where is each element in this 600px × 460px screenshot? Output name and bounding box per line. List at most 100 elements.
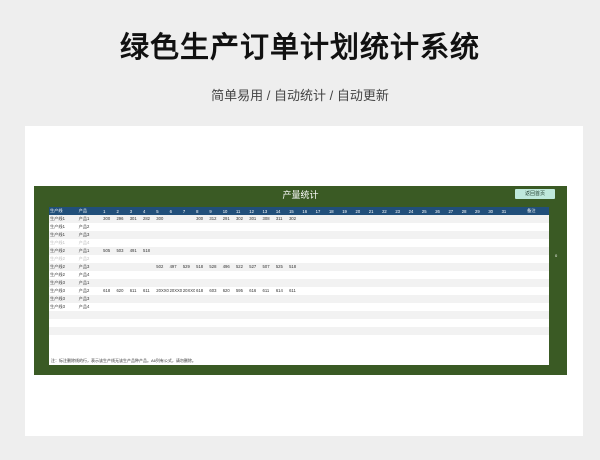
table-cell[interactable] bbox=[381, 279, 395, 287]
table-cell[interactable] bbox=[221, 327, 235, 335]
table-cell[interactable]: 产品1 bbox=[77, 279, 103, 287]
table-cell[interactable] bbox=[407, 287, 421, 295]
table-cell[interactable] bbox=[301, 295, 315, 303]
table-cell[interactable] bbox=[487, 335, 501, 343]
table-cell[interactable] bbox=[142, 255, 156, 263]
table-row[interactable]: 生产线2 产品2 bbox=[49, 255, 549, 263]
table-cell[interactable] bbox=[407, 239, 421, 247]
table-cell[interactable] bbox=[341, 295, 355, 303]
table-cell[interactable] bbox=[261, 295, 275, 303]
table-cell[interactable] bbox=[447, 223, 461, 231]
table-cell[interactable]: 301 bbox=[128, 215, 142, 223]
table-cell[interactable] bbox=[381, 335, 395, 343]
table-cell[interactable] bbox=[420, 223, 435, 231]
table-cell[interactable] bbox=[181, 295, 196, 303]
table-cell[interactable] bbox=[420, 287, 435, 295]
table-cell[interactable] bbox=[274, 223, 289, 231]
table-cell[interactable] bbox=[526, 303, 549, 311]
table-cell[interactable] bbox=[341, 223, 355, 231]
table-cell[interactable] bbox=[195, 231, 209, 239]
table-cell[interactable] bbox=[155, 247, 169, 255]
table-cell[interactable] bbox=[234, 271, 249, 279]
table-cell[interactable] bbox=[420, 311, 435, 319]
table-cell[interactable] bbox=[474, 239, 488, 247]
table-cell[interactable] bbox=[115, 271, 129, 279]
table-cell[interactable] bbox=[128, 279, 142, 287]
table-cell[interactable] bbox=[115, 303, 129, 311]
table-cell[interactable] bbox=[500, 255, 514, 263]
table-cell[interactable] bbox=[234, 223, 249, 231]
table-cell[interactable] bbox=[208, 231, 222, 239]
table-cell[interactable] bbox=[354, 279, 368, 287]
table-row[interactable]: 生产线2 产品4 bbox=[49, 271, 549, 279]
table-cell[interactable]: 614 bbox=[274, 287, 289, 295]
table-cell[interactable] bbox=[367, 247, 382, 255]
table-cell[interactable] bbox=[128, 311, 142, 319]
table-row[interactable]: 生产线1 产品2 bbox=[49, 223, 549, 231]
table-cell[interactable] bbox=[77, 327, 103, 335]
table-cell[interactable] bbox=[434, 247, 448, 255]
table-cell[interactable] bbox=[460, 255, 475, 263]
table-cell[interactable]: 611 bbox=[142, 287, 156, 295]
table-cell[interactable] bbox=[261, 335, 275, 343]
table-cell[interactable] bbox=[341, 311, 355, 319]
table-cell[interactable] bbox=[354, 327, 368, 335]
table-cell[interactable] bbox=[261, 223, 275, 231]
table-cell[interactable] bbox=[354, 319, 368, 327]
table-cell[interactable] bbox=[487, 247, 501, 255]
table-cell[interactable] bbox=[301, 311, 315, 319]
table-cell[interactable] bbox=[221, 255, 235, 263]
table-cell[interactable] bbox=[128, 303, 142, 311]
table-cell[interactable] bbox=[195, 319, 209, 327]
table-cell[interactable] bbox=[288, 271, 302, 279]
table-cell[interactable] bbox=[513, 327, 527, 335]
table-cell[interactable] bbox=[288, 239, 302, 247]
table-cell[interactable] bbox=[102, 255, 116, 263]
table-cell[interactable]: 产品3 bbox=[77, 295, 103, 303]
table-cell[interactable] bbox=[155, 319, 169, 327]
table-cell[interactable] bbox=[234, 335, 249, 343]
table-cell[interactable] bbox=[407, 335, 421, 343]
table-cell[interactable] bbox=[102, 271, 116, 279]
table-row[interactable]: 生产线1 产品3 bbox=[49, 231, 549, 239]
table-cell[interactable] bbox=[301, 271, 315, 279]
table-cell[interactable] bbox=[288, 223, 302, 231]
table-cell[interactable] bbox=[142, 223, 156, 231]
table-cell[interactable] bbox=[460, 303, 475, 311]
table-cell[interactable] bbox=[234, 311, 249, 319]
table-cell[interactable] bbox=[234, 255, 249, 263]
table-cell[interactable]: 300 bbox=[102, 215, 116, 223]
table-cell[interactable] bbox=[474, 311, 488, 319]
table-cell[interactable] bbox=[142, 319, 156, 327]
table-cell[interactable] bbox=[208, 223, 222, 231]
table-cell[interactable] bbox=[327, 215, 342, 223]
table-cell[interactable] bbox=[526, 223, 549, 231]
table-cell[interactable] bbox=[407, 263, 421, 271]
table-cell[interactable]: 502 bbox=[155, 263, 169, 271]
table-cell[interactable] bbox=[474, 327, 488, 335]
table-cell[interactable] bbox=[142, 279, 156, 287]
table-cell[interactable]: 282 bbox=[142, 215, 156, 223]
table-cell[interactable] bbox=[248, 247, 262, 255]
table-cell[interactable] bbox=[49, 319, 78, 327]
table-cell[interactable]: 518 bbox=[142, 247, 156, 255]
table-cell[interactable] bbox=[142, 295, 156, 303]
table-cell[interactable] bbox=[474, 295, 488, 303]
table-cell[interactable] bbox=[301, 335, 315, 343]
table-cell[interactable] bbox=[487, 231, 501, 239]
table-cell[interactable] bbox=[460, 287, 475, 295]
table-cell[interactable] bbox=[460, 335, 475, 343]
table-cell[interactable] bbox=[102, 311, 116, 319]
table-cell[interactable] bbox=[314, 287, 328, 295]
table-cell[interactable] bbox=[261, 319, 275, 327]
table-cell[interactable] bbox=[115, 263, 129, 271]
table-cell[interactable]: 生产线1 bbox=[49, 231, 78, 239]
table-row[interactable] bbox=[49, 311, 549, 319]
table-cell[interactable]: 产品3 bbox=[77, 263, 103, 271]
table-cell[interactable] bbox=[301, 319, 315, 327]
table-cell[interactable] bbox=[354, 239, 368, 247]
table-cell[interactable]: 生产线2 bbox=[49, 247, 78, 255]
table-cell[interactable] bbox=[394, 303, 408, 311]
table-cell[interactable] bbox=[181, 231, 196, 239]
table-cell[interactable] bbox=[155, 311, 169, 319]
